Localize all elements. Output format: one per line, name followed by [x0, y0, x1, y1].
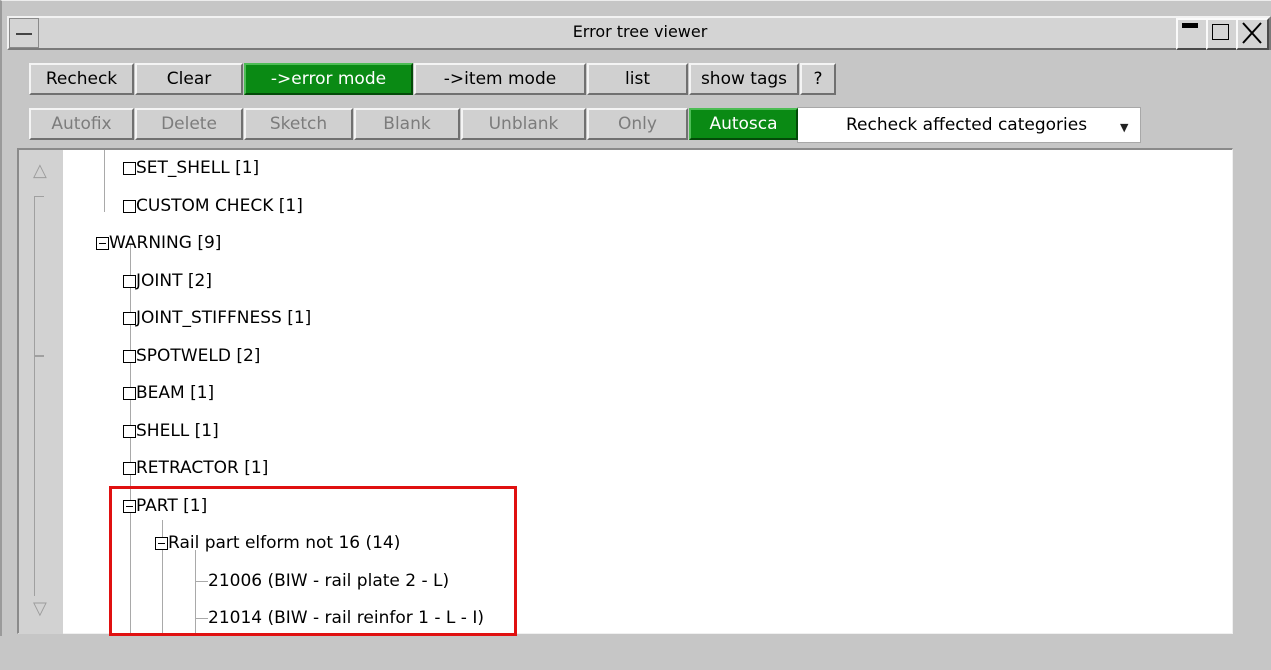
expand-icon[interactable]: [123, 424, 136, 438]
highlight-box: [109, 486, 517, 636]
tree-guide-line: [104, 150, 105, 212]
tree-row-label: SET_SHELL [1]: [136, 158, 260, 178]
tree-row-label: WARNING [9]: [109, 233, 222, 253]
tree-row-label: SPOTWELD [2]: [136, 345, 261, 366]
tree-row-label: RETRACTOR [1]: [136, 458, 269, 478]
maximize-icon: [1212, 24, 1229, 40]
tree-row-label: JOINT_STIFFNESS [1]: [136, 308, 312, 328]
item-mode-button[interactable]: ->item mode: [414, 63, 586, 95]
expand-icon[interactable]: [123, 462, 136, 475]
autosca-button[interactable]: Autosca: [689, 108, 798, 140]
blank-button[interactable]: Blank: [354, 108, 460, 140]
expand-icon[interactable]: [123, 387, 136, 400]
minimize-button[interactable]: [1176, 18, 1209, 50]
dropdown-arrow-icon: ▼: [1120, 121, 1129, 134]
close-button[interactable]: [1236, 18, 1269, 50]
window-menu-icon: [16, 33, 32, 35]
expand-icon[interactable]: [123, 199, 136, 213]
tree-row-label: CUSTOM CHECK [1]: [136, 195, 303, 216]
tree-row-label: SHELL [1]: [136, 420, 219, 441]
clear-button[interactable]: Clear: [135, 63, 243, 95]
scroll-down-arrow-icon[interactable]: ▽: [33, 598, 47, 619]
scrollbar-track[interactable]: [34, 356, 44, 596]
expand-icon[interactable]: [123, 162, 136, 175]
vertical-scrollbar[interactable]: △ ▽: [19, 150, 63, 634]
collapse-icon[interactable]: [96, 237, 109, 250]
scroll-up-arrow-icon[interactable]: △: [33, 160, 47, 181]
dropdown-selected-value: Recheck affected categories: [846, 115, 1088, 135]
expand-icon[interactable]: [123, 349, 136, 363]
recheck-button[interactable]: Recheck: [29, 63, 134, 95]
help-button[interactable]: ?: [800, 63, 836, 95]
window-menu-button[interactable]: [9, 18, 39, 48]
minimize-icon: [1182, 23, 1198, 28]
expand-icon[interactable]: [123, 312, 136, 325]
close-icon: [1242, 22, 1262, 44]
maximize-button[interactable]: [1206, 18, 1239, 50]
show-tags-button[interactable]: show tags: [689, 63, 799, 95]
autofix-button[interactable]: Autofix: [29, 108, 134, 140]
window-title: Error tree viewer: [572, 22, 708, 41]
recheck-mode-dropdown[interactable]: Recheck affected categories ▼: [797, 107, 1141, 143]
error-mode-button[interactable]: ->error mode: [244, 63, 413, 95]
tree-row-label: BEAM [1]: [136, 383, 215, 403]
delete-button[interactable]: Delete: [135, 108, 243, 140]
expand-icon[interactable]: [123, 274, 136, 288]
window-footer: [0, 636, 1271, 670]
only-button[interactable]: Only: [587, 108, 688, 140]
list-button[interactable]: list: [587, 63, 688, 95]
unblank-button[interactable]: Unblank: [461, 108, 586, 140]
tree-row-label: JOINT [2]: [136, 270, 212, 291]
sketch-button[interactable]: Sketch: [244, 108, 353, 140]
scrollbar-thumb[interactable]: [34, 196, 44, 356]
window-controls: [1176, 18, 1269, 50]
